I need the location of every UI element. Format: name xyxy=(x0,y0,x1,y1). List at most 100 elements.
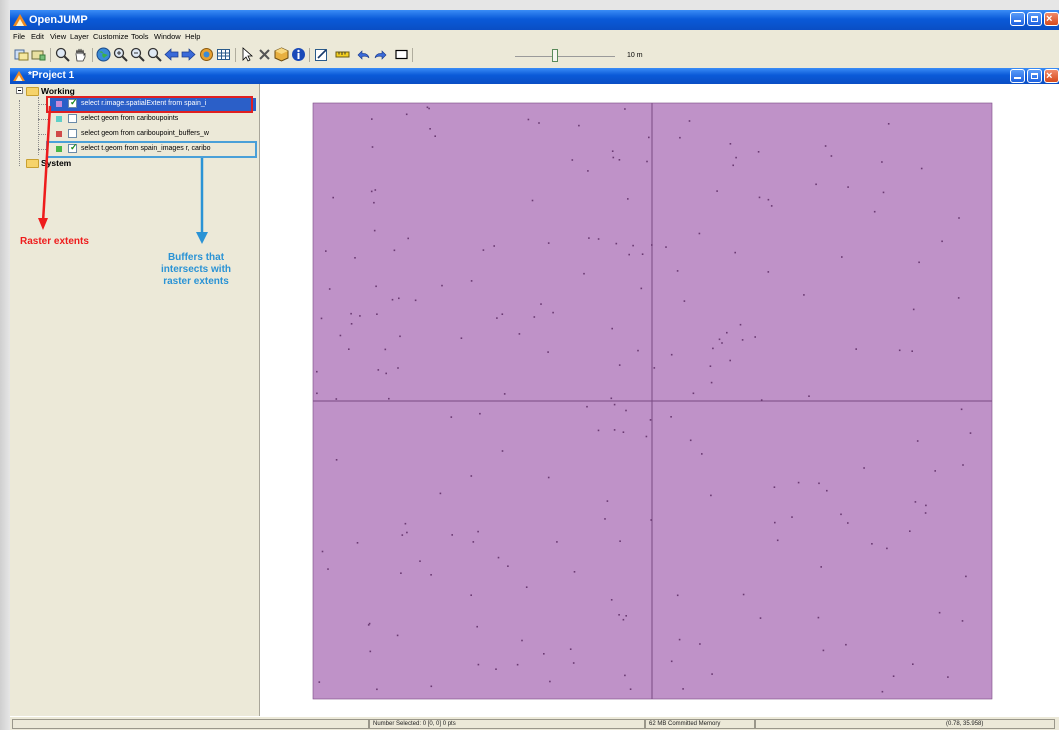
frame-minimize-button[interactable] xyxy=(1010,69,1025,83)
caribou-point xyxy=(873,210,876,213)
caribou-point xyxy=(965,575,967,578)
caribou-point xyxy=(430,574,432,576)
caribou-point xyxy=(709,365,712,367)
zoom-button[interactable] xyxy=(55,47,70,62)
zoom-to-layer-button[interactable] xyxy=(31,47,46,62)
toolbar: 10 m xyxy=(10,43,1059,69)
caribou-point xyxy=(583,272,585,275)
menu-customize[interactable]: Customize xyxy=(93,32,128,41)
buffers-annotation-line: intersects with xyxy=(160,264,232,275)
pan-button[interactable] xyxy=(73,47,88,62)
caribou-point xyxy=(622,618,625,621)
layer-view-button[interactable] xyxy=(14,47,29,62)
caribou-point xyxy=(914,501,917,503)
menu-tools[interactable]: Tools xyxy=(131,32,149,41)
edit-button[interactable] xyxy=(314,47,329,62)
caribou-point xyxy=(815,183,817,186)
project-frame-title: *Project 1 × xyxy=(10,68,1059,84)
caribou-point xyxy=(477,663,480,666)
caribou-point xyxy=(549,680,551,683)
caribou-point xyxy=(969,432,972,434)
map-view[interactable] xyxy=(260,84,1059,716)
close-icon: × xyxy=(1046,70,1053,82)
menu-file[interactable]: File xyxy=(13,32,25,41)
caribou-point xyxy=(356,542,359,544)
menu-edit[interactable]: Edit xyxy=(31,32,44,41)
caribou-point xyxy=(739,323,742,326)
undo-button[interactable] xyxy=(356,47,371,62)
info-button[interactable] xyxy=(291,47,306,62)
menu-window[interactable]: Window xyxy=(154,32,181,41)
buffers-annotation-line: Buffers that xyxy=(167,252,225,263)
menu-help[interactable]: Help xyxy=(185,32,200,41)
caribou-point xyxy=(767,271,770,273)
minimize-icon xyxy=(1014,20,1021,22)
close-button[interactable]: × xyxy=(1044,12,1059,26)
scale-slider-thumb[interactable] xyxy=(552,49,558,62)
arrow-left-icon xyxy=(164,48,179,61)
ruler-button[interactable] xyxy=(335,47,350,62)
caribou-point xyxy=(597,429,600,432)
scale-slider-track[interactable] xyxy=(515,56,615,57)
caribou-point xyxy=(909,530,911,532)
minimize-button[interactable] xyxy=(1010,12,1025,26)
caribou-point xyxy=(547,351,549,353)
caribou-point xyxy=(632,244,634,247)
caribou-point xyxy=(947,676,949,678)
caribou-point xyxy=(925,504,927,507)
caribou-point xyxy=(960,408,963,411)
caribou-point xyxy=(325,250,327,252)
arrow-left-button[interactable] xyxy=(164,47,179,62)
caribou-point xyxy=(354,257,356,259)
select-button[interactable] xyxy=(239,47,254,62)
caribou-point xyxy=(451,534,453,536)
rectangle-button[interactable] xyxy=(394,47,409,62)
caribou-point xyxy=(610,599,613,601)
status-selected-count: Number Selected: 0 [0, 0] 0 pts xyxy=(369,719,645,729)
caribou-point xyxy=(376,313,378,315)
caribou-point xyxy=(399,335,401,338)
maximize-button[interactable] xyxy=(1027,12,1042,26)
caribou-point xyxy=(676,270,679,272)
grid-button[interactable] xyxy=(216,47,231,62)
openjump-logo-icon xyxy=(13,14,27,26)
caribou-point xyxy=(391,298,394,301)
window-controls: × xyxy=(1010,12,1059,26)
menu-view[interactable]: View xyxy=(50,32,66,41)
minimize-icon xyxy=(1014,77,1021,79)
caribou-point xyxy=(501,313,504,315)
caribou-point xyxy=(348,348,350,350)
frame-close-button[interactable]: × xyxy=(1044,69,1059,83)
edit-icon xyxy=(315,49,327,61)
cube-button[interactable] xyxy=(274,47,289,62)
zoom-to-fence-button[interactable] xyxy=(199,47,214,62)
buffers-annotation: Buffers that intersects with raster exte… xyxy=(146,252,246,288)
openjump-window: OpenJUMP × File Edit View Layer Customiz… xyxy=(10,10,1059,730)
caribou-point xyxy=(641,253,644,255)
caribou-point xyxy=(407,237,409,240)
zoom-in-button[interactable] xyxy=(113,47,128,62)
caribou-point xyxy=(824,145,827,147)
caribou-point xyxy=(649,419,652,421)
caribou-point xyxy=(920,167,923,170)
caribou-point xyxy=(320,317,323,320)
caribou-point xyxy=(791,516,793,518)
caribou-point xyxy=(527,118,530,121)
arrow-right-button[interactable] xyxy=(181,47,196,62)
delete-button[interactable] xyxy=(257,47,272,62)
globe-button[interactable] xyxy=(96,47,111,62)
frame-maximize-button[interactable] xyxy=(1027,69,1042,83)
zoom-out-button[interactable] xyxy=(130,47,145,62)
caribou-point xyxy=(678,638,681,641)
caribou-point xyxy=(961,620,964,622)
caribou-point xyxy=(646,160,648,163)
map-canvas[interactable] xyxy=(260,84,1059,716)
caribou-point xyxy=(627,198,629,200)
caribou-point xyxy=(497,556,500,559)
caribou-point xyxy=(912,308,915,311)
menu-layer[interactable]: Layer xyxy=(70,32,89,41)
redo-button[interactable] xyxy=(373,47,388,62)
zoom-previous-button[interactable] xyxy=(147,47,162,62)
caribou-point xyxy=(625,409,627,412)
caribou-point xyxy=(472,541,475,543)
